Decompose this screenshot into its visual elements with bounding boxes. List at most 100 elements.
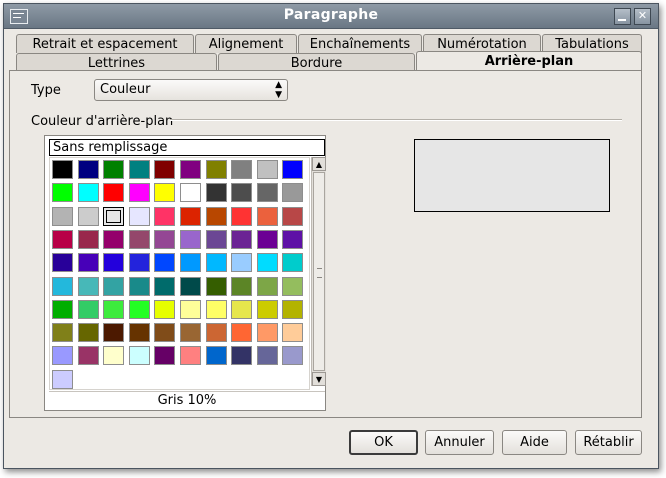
color-swatch[interactable] xyxy=(128,229,150,249)
palette-scrollbar[interactable]: ▲ ▼ xyxy=(311,157,326,386)
ok-button[interactable]: OK xyxy=(349,430,418,455)
color-swatch[interactable] xyxy=(103,253,125,273)
color-swatch[interactable] xyxy=(231,183,253,203)
color-swatch[interactable] xyxy=(77,206,99,226)
close-button[interactable]: ✕ xyxy=(634,8,651,25)
color-swatch[interactable] xyxy=(180,346,201,366)
color-swatch[interactable] xyxy=(282,183,304,203)
color-swatch[interactable] xyxy=(128,253,150,273)
color-swatch[interactable] xyxy=(77,346,99,366)
color-swatch[interactable] xyxy=(256,299,278,319)
color-swatch[interactable] xyxy=(103,229,125,249)
color-swatch[interactable] xyxy=(180,276,201,296)
color-swatch[interactable] xyxy=(205,323,227,343)
help-button[interactable]: Aide xyxy=(502,430,567,455)
color-swatch[interactable] xyxy=(52,160,73,179)
color-swatch[interactable] xyxy=(103,299,125,319)
color-swatch[interactable] xyxy=(231,229,253,249)
color-swatch[interactable] xyxy=(205,346,227,366)
color-swatch[interactable] xyxy=(256,276,278,296)
color-swatch[interactable] xyxy=(205,206,227,226)
color-swatch[interactable] xyxy=(282,229,304,249)
color-swatch[interactable] xyxy=(205,299,227,319)
color-swatch[interactable] xyxy=(154,299,176,319)
color-swatch[interactable] xyxy=(128,323,150,343)
scroll-down-arrow-icon[interactable]: ▼ xyxy=(312,372,326,386)
color-swatch[interactable] xyxy=(128,183,150,203)
color-swatch[interactable] xyxy=(256,346,278,366)
tab-retrait-espacement[interactable]: Retrait et espacement xyxy=(16,34,194,53)
color-swatch[interactable] xyxy=(154,276,176,296)
tab-alignement[interactable]: Alignement xyxy=(195,34,297,53)
color-swatch[interactable] xyxy=(52,276,73,296)
color-swatch[interactable] xyxy=(282,323,304,343)
color-swatch[interactable] xyxy=(231,253,253,273)
reset-button[interactable]: Rétablir xyxy=(575,430,642,455)
color-swatch[interactable] xyxy=(256,323,278,343)
color-swatch[interactable] xyxy=(128,299,150,319)
color-swatch[interactable] xyxy=(103,183,125,203)
color-swatch[interactable] xyxy=(231,346,253,366)
color-swatch[interactable] xyxy=(128,206,150,226)
color-swatch[interactable] xyxy=(103,160,125,179)
color-swatch[interactable] xyxy=(282,299,304,319)
color-swatch[interactable] xyxy=(231,206,253,226)
color-swatch[interactable] xyxy=(52,299,73,319)
color-swatch[interactable] xyxy=(205,276,227,296)
color-swatch[interactable] xyxy=(180,299,201,319)
color-swatch[interactable] xyxy=(154,160,176,179)
scroll-thumb[interactable] xyxy=(313,172,325,371)
color-swatch[interactable] xyxy=(180,323,201,343)
tab-enchainements[interactable]: Enchaînements xyxy=(298,34,422,53)
color-swatch[interactable] xyxy=(128,346,150,366)
color-swatch[interactable] xyxy=(52,346,73,366)
color-swatch[interactable] xyxy=(103,323,125,343)
color-swatch[interactable] xyxy=(231,160,253,179)
type-select[interactable]: Couleur ▲ ▼ xyxy=(94,79,288,101)
color-swatch[interactable] xyxy=(180,253,201,273)
color-swatch[interactable] xyxy=(103,346,125,366)
color-swatch[interactable] xyxy=(256,253,278,273)
color-swatch[interactable] xyxy=(103,276,125,296)
color-swatch[interactable] xyxy=(77,253,99,273)
color-swatch[interactable] xyxy=(77,183,99,203)
color-swatch[interactable] xyxy=(256,229,278,249)
color-swatch[interactable] xyxy=(205,253,227,273)
color-swatch[interactable] xyxy=(256,183,278,203)
color-swatch[interactable] xyxy=(154,229,176,249)
color-swatch[interactable] xyxy=(282,346,304,366)
title-bar[interactable]: Paragraphe ✕ xyxy=(4,4,658,29)
color-swatch[interactable] xyxy=(282,253,304,273)
color-swatch[interactable] xyxy=(154,346,176,366)
color-swatch[interactable] xyxy=(180,160,201,179)
color-swatch[interactable] xyxy=(154,206,176,226)
minimize-button[interactable] xyxy=(614,8,631,25)
color-swatch[interactable] xyxy=(77,276,99,296)
color-swatch[interactable] xyxy=(154,253,176,273)
color-swatch[interactable] xyxy=(180,229,201,249)
color-swatch[interactable] xyxy=(282,160,304,179)
color-swatch[interactable] xyxy=(180,183,201,203)
color-swatch[interactable] xyxy=(256,160,278,179)
color-swatch[interactable] xyxy=(77,299,99,319)
color-swatch[interactable] xyxy=(128,160,150,179)
color-swatch[interactable] xyxy=(256,206,278,226)
color-swatch[interactable] xyxy=(205,183,227,203)
color-swatch[interactable] xyxy=(77,323,99,343)
cancel-button[interactable]: Annuler xyxy=(425,430,494,455)
color-swatch[interactable] xyxy=(52,206,73,226)
color-swatch[interactable] xyxy=(231,299,253,319)
color-swatch[interactable] xyxy=(52,369,73,389)
color-swatch[interactable] xyxy=(52,183,73,203)
color-swatch[interactable] xyxy=(282,276,304,296)
tab-arriere-plan[interactable]: Arrière-plan xyxy=(416,51,642,72)
color-swatch[interactable] xyxy=(180,206,201,226)
color-swatch[interactable] xyxy=(103,206,125,226)
color-swatch[interactable] xyxy=(128,276,150,296)
color-swatch[interactable] xyxy=(154,323,176,343)
color-swatch[interactable] xyxy=(205,229,227,249)
color-swatch[interactable] xyxy=(52,323,73,343)
color-swatch[interactable] xyxy=(282,206,304,226)
color-swatch[interactable] xyxy=(52,229,73,249)
color-swatch[interactable] xyxy=(205,160,227,179)
